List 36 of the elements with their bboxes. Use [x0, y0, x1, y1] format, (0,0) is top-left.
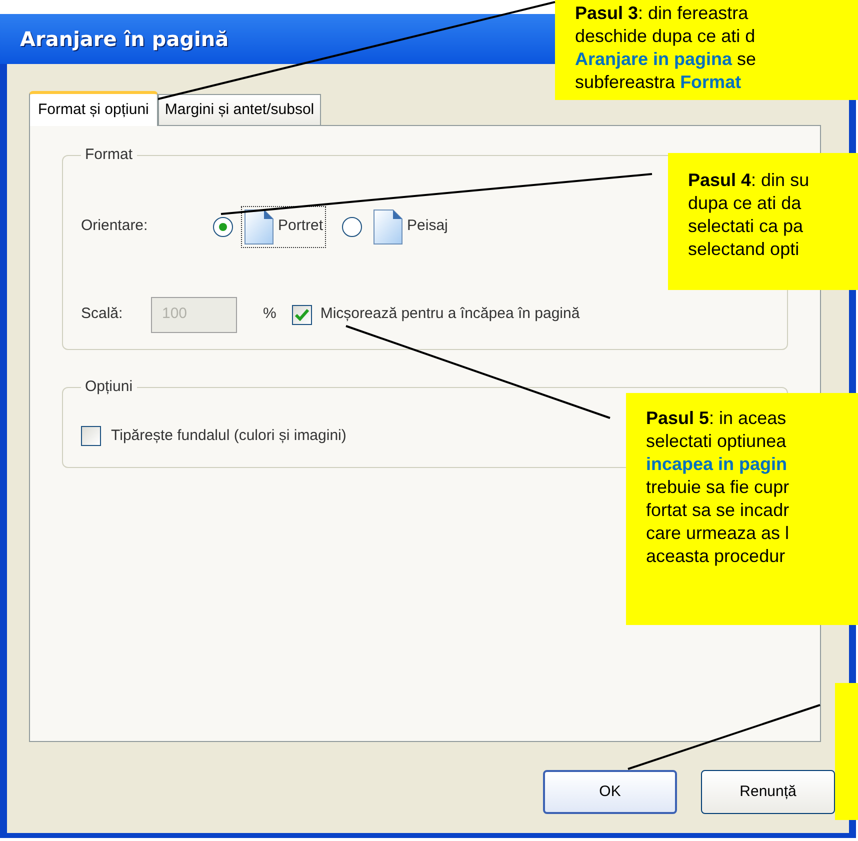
cancel-button[interactable]: Renunță [701, 770, 835, 814]
page-icon [373, 208, 404, 244]
option-label: Portret [278, 216, 324, 236]
group-title: Format [84, 145, 134, 165]
callout-text: subfereastra Format [575, 71, 742, 94]
checkbox[interactable] [292, 304, 312, 324]
tab[interactable]: Margini și antet/subsol [158, 94, 322, 125]
unit-label: % [263, 304, 276, 324]
callout-text: deschide dupa ce ati d [575, 25, 756, 48]
field-label: Orientare: [81, 216, 149, 236]
option-label: Peisaj [407, 216, 448, 236]
group-title: Opțiuni [84, 377, 134, 397]
callout-text: Pasul 4: din su [688, 169, 810, 192]
callout-text: Pasul 5: in aceas [646, 407, 788, 430]
callout-text: Aranjare in pagina se [575, 48, 758, 71]
callout-text: care urmeaza as l [646, 522, 790, 545]
field-label: Scală: [81, 304, 124, 324]
callout-text: selectati ca pa [688, 215, 804, 238]
radio-button[interactable] [342, 216, 362, 236]
callout-text: incapea in pagin [646, 453, 788, 476]
checkbox-label: Micșorează pentru a încăpea în pagină [320, 304, 580, 324]
radio-button[interactable] [213, 216, 233, 236]
callout-text: selectand opti [688, 238, 800, 261]
callout-text: fortat sa se incadr [646, 499, 790, 522]
callout-text: Pasul 3: din fereastra [575, 2, 750, 25]
callout-text: aceasta procedur [646, 545, 786, 568]
callout-text: dupa ce ati da [688, 192, 802, 215]
window-title: Aranjare în pagină [20, 26, 229, 53]
checkbox-label: Tipărește fundalul (culori și imagini) [111, 426, 346, 446]
tab[interactable]: Format și opțiuni [29, 91, 158, 126]
callout-text: selectati optiunea [646, 430, 788, 453]
checkbox[interactable] [81, 426, 101, 446]
check-icon [295, 308, 310, 320]
ok-button[interactable]: OK [543, 770, 677, 814]
page-icon [244, 208, 274, 244]
callout-text: trebuie sa fie cupr [646, 476, 790, 499]
